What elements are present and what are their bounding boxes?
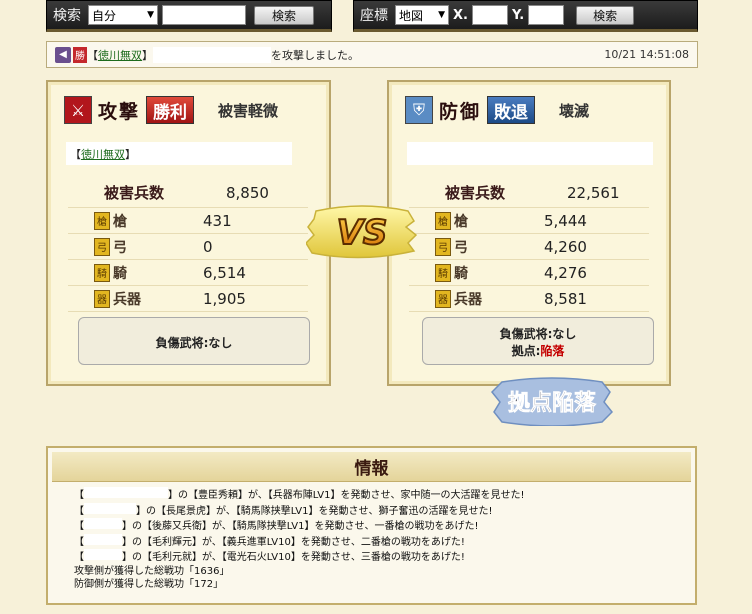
chevron-down-icon: ▼ [147,10,154,20]
chevron-down-icon: ▼ [438,10,445,20]
y-label: Y. [511,7,525,23]
spear-icon: 槍 [435,211,451,230]
x-label: X. [453,7,468,23]
redacted-name [84,549,122,560]
defender-losses: 被害兵数 22,561 槍 槍 5,444 弓 弓 4,260 騎 騎 4,27… [409,178,649,312]
search-scope-select[interactable]: 自分 ▼ [88,5,158,25]
attacker-horse-row: 騎 騎 6,514 [68,260,308,286]
defense-merit: 防御側が獲得した総戦功「172」 [74,579,224,590]
siege-icon: 器 [435,289,451,308]
horse-icon: 騎 [94,263,110,282]
spear-icon: 槍 [94,211,110,230]
vs-badge: VS [306,205,418,259]
attacker-nameplate: 【徳川無双】 [66,142,292,165]
siege-icon: 器 [94,289,110,308]
attacker-siege-row: 器 兵器 1,905 [68,286,308,312]
search-bar: 検索 自分 ▼ 検索 [46,0,332,32]
x-coordinate-input[interactable] [471,5,508,25]
attacker-bow-row: 弓 弓 0 [68,234,308,260]
attacker-losses-total: 8,850 [226,183,269,202]
attacker-spear-row: 槍 槍 431 [68,208,308,234]
list-item: 【】の【長尾景虎】が、【騎馬隊挟撃LV1】を発動させ、獅子奮迅の活躍を見せた! [74,502,674,519]
defender-injury-value: なし [552,327,577,341]
defender-title: 防御 [439,100,482,123]
crossed-swords-icon: ⚔ [64,96,92,124]
defender-result: 敗退 [487,96,536,124]
message-text: を攻撃しました。 [271,48,359,62]
attacker-losses: 被害兵数 8,850 槍 槍 431 弓 弓 0 騎 騎 6,514 器 兵器 … [68,178,308,312]
attack-merit: 攻撃側が獲得した総戦功「1636」 [74,565,230,577]
bow-icon: 弓 [94,237,110,256]
battle-message: ◀ 勝 【 徳川無双 】 を攻撃しました。 10/21 14:51:08 [46,41,698,68]
defender-bow-row: 弓 弓 4,260 [409,234,649,260]
coordinate-bar: 座標 地図 ▼ X. Y. 検索 [353,0,698,32]
list-item: 【】の【豊臣秀頼】が、【兵器布陣LV1】を発動させ、家中随一の大活躍を見せた! [74,487,674,503]
coordinate-search-button[interactable]: 検索 [576,5,635,25]
list-item: 【】の【後藤又兵衛】が、【騎馬隊挟撃LV1】を発動させ、一番槍の戦功をあげた! [74,518,674,534]
defender-losses-total: 22,561 [567,183,620,202]
defender-siege-row: 器 兵器 8,581 [409,286,649,312]
list-item: 【】の【毛利輝元】が、【義兵進軍LV10】を発動させ、二番槍の戦功をあげた! [74,533,674,550]
y-coordinate-input[interactable] [528,5,565,25]
bow-icon: 弓 [435,237,451,256]
list-item: 【】の【毛利元就】が、【電光石火LV10】を発動させ、三番槍の戦功をあげた! [74,549,674,565]
message-timestamp: 10/21 14:51:08 [604,48,689,61]
coordinate-label: 座標 [360,8,388,24]
search-label: 検索 [53,8,81,24]
base-fallen-text: 拠点陥落 [508,390,597,416]
attacker-injury-box: 負傷武将:なし [78,317,310,365]
defender-damage-level: 壊滅 [559,101,590,120]
attacker-damage-level: 被害軽微 [218,101,279,120]
redacted-name [153,46,271,63]
attacker-panel: ⚔ 攻撃 勝利 被害軽微 【徳川無双】 被害兵数 8,850 槍 槍 431 弓… [46,80,331,386]
mail-icon: ◀ [55,46,71,63]
victory-badge: 勝 [73,46,87,63]
info-log: 【】の【豊臣秀頼】が、【兵器布陣LV1】を発動させ、家中随一の大活躍を見せた! … [74,487,674,592]
defender-nameplate [407,142,653,165]
base-status-value: 陥落 [540,344,565,358]
map-select[interactable]: 地図 ▼ [395,5,449,25]
attacker-alliance-link[interactable]: 徳川無双 [81,146,125,162]
vs-text: VS [337,213,388,253]
attacker-losses-total-row: 被害兵数 8,850 [68,178,308,208]
search-input[interactable] [162,5,246,25]
attacker-result: 勝利 [146,96,195,124]
defender-losses-total-row: 被害兵数 22,561 [409,178,649,208]
info-title: 情報 [52,452,691,482]
helmet-icon: ⛨ [405,96,433,124]
redacted-name [84,502,136,514]
defender-injury-box: 負傷武将:なし 拠点:陥落 [422,317,654,365]
redacted-name [84,518,122,529]
alliance-link[interactable]: 徳川無双 [98,47,142,63]
defender-spear-row: 槍 槍 5,444 [409,208,649,234]
base-fallen-badge: 拠点陥落 [490,377,614,426]
attacker-title: 攻撃 [98,100,141,123]
redacted-name [84,487,168,498]
redacted-name [84,533,122,545]
search-button[interactable]: 検索 [254,5,314,25]
defender-horse-row: 騎 騎 4,276 [409,260,649,286]
defender-panel: ⛨ 防御 敗退 壊滅 被害兵数 22,561 槍 槍 5,444 弓 弓 4,2… [387,80,671,386]
info-panel: 情報 【】の【豊臣秀頼】が、【兵器布陣LV1】を発動させ、家中随一の大活躍を見せ… [46,446,697,605]
horse-icon: 騎 [435,263,451,282]
attacker-injury-value: なし [208,336,233,350]
